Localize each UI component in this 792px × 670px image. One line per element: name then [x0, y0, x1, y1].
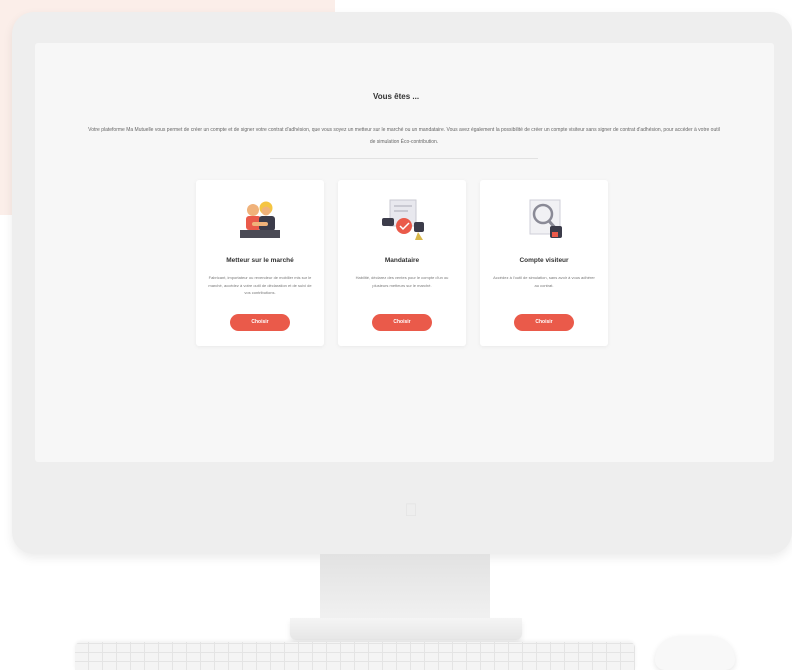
choose-metteur-button[interactable]: Choisir	[230, 314, 290, 331]
handshake-contract-icon	[382, 199, 424, 240]
handshake-people-icon	[240, 201, 280, 238]
card-visiteur: Compte visiteur Accédez à l'outil de sim…	[480, 180, 608, 346]
card-title: Mandataire	[384, 257, 420, 264]
intro-text: Votre plateforme Ma Mutuelle vous permet…	[88, 127, 720, 145]
card-title: Metteur sur le marché	[226, 257, 294, 264]
keyboard	[75, 642, 635, 670]
choose-visiteur-button[interactable]: Choisir	[514, 314, 574, 331]
card-description: Accédez à l'outil de simulation, sans av…	[493, 275, 595, 288]
card-metteur: Metteur sur le marché Fabricant, importa…	[196, 180, 324, 346]
choose-mandataire-button[interactable]: Choisir	[372, 314, 432, 331]
page-title: Vous êtes ...	[372, 92, 420, 101]
divider	[270, 158, 538, 159]
magnifier-document-icon	[529, 199, 562, 238]
card-title: Compte visiteur	[519, 257, 569, 264]
card-description: Fabricant, importateur ou revendeur de m…	[208, 275, 312, 295]
card-description: Habilité, déclarez des ventes pour le co…	[355, 275, 449, 288]
mouse	[655, 636, 735, 670]
apple-logo-icon: 	[403, 500, 419, 520]
card-mandataire: Mandataire Habilité, déclarez des ventes…	[338, 180, 466, 346]
monitor-stand	[320, 554, 490, 624]
monitor-stand-base	[290, 618, 522, 640]
